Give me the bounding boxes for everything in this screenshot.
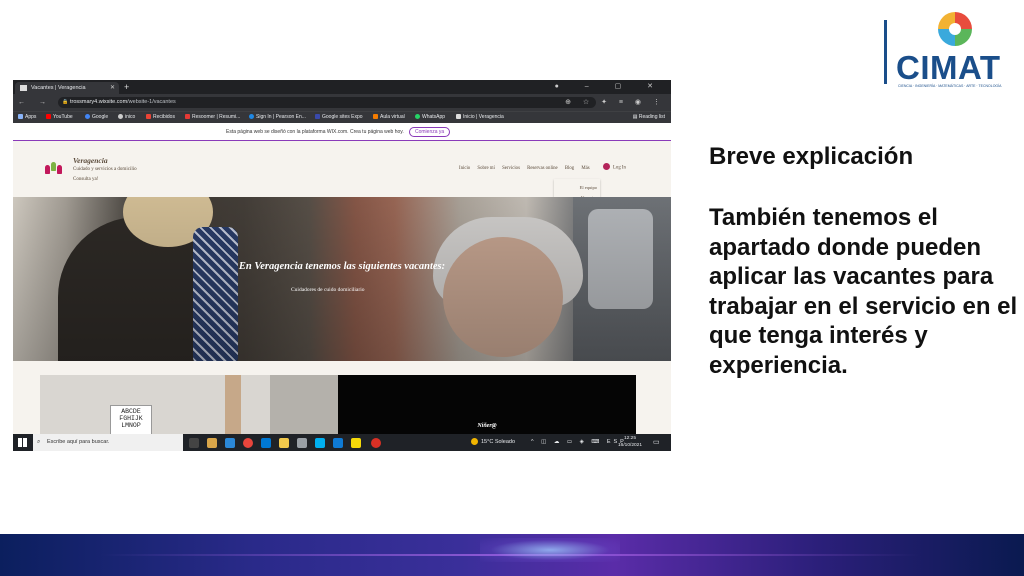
slide-heading: Breve explicación <box>709 143 914 170</box>
hero-title: En Veragencia tenemos las siguientes vac… <box>238 261 446 272</box>
wix-start-button[interactable]: Comienza ya <box>409 127 451 137</box>
logo-wordmark: CIMAT <box>896 49 1001 86</box>
tab-close-icon[interactable]: ✕ <box>110 82 115 94</box>
url-field[interactable]: 🔒 trossmary4.wixsite.com/website-1/vacan… <box>58 97 596 108</box>
vacancies-section: ABCDE FGHIJK LMNOP Niñer@ <box>13 361 671 436</box>
bookmark-pearson[interactable]: Sign In | Pearson En... <box>249 112 306 123</box>
logo-divider <box>884 20 887 84</box>
active-app-icon[interactable] <box>371 438 381 448</box>
bookmark-recibidos[interactable]: Recibidos <box>146 112 175 123</box>
slide: CIMAT CIENCIA · INGENIERÍA · MATEMÁTICAS… <box>0 0 1024 576</box>
vacancy-card-nanny[interactable]: Niñer@ <box>338 375 636 436</box>
login-link[interactable]: Log In <box>603 163 626 171</box>
bookmark-youtube[interactable]: YouTube <box>46 112 73 123</box>
sticky-notes-icon[interactable] <box>351 438 361 448</box>
bookmark-resoomer[interactable]: Resoomer | Resumi... <box>185 112 240 123</box>
nav-blog[interactable]: Blog <box>565 166 574 171</box>
url-host: trossmary4.wixsite.com <box>70 99 128 105</box>
hero-subtitle: Cuidadores de cuido domiciliario <box>291 287 365 293</box>
card-label: Niñer@ <box>477 423 497 429</box>
weather-widget[interactable]: 15°C Soleado <box>471 434 515 451</box>
sun-icon <box>471 437 478 445</box>
nav-inicio[interactable]: Inicio <box>459 166 470 171</box>
logo-emblem-icon <box>938 12 972 46</box>
site-name[interactable]: Veragencia <box>73 156 108 165</box>
veragencia-logo-icon <box>45 160 63 178</box>
cloud-icon[interactable] <box>297 438 307 448</box>
file-explorer-icon[interactable] <box>279 438 289 448</box>
nav-servicios[interactable]: Servicios <box>502 166 520 171</box>
wix-banner: Esta página web se diseñó con la platafo… <box>13 123 671 141</box>
taskbar-search[interactable]: ⌕ Escribe aquí para buscar. <box>33 434 183 451</box>
address-bar-row: ← → ⟳ 🔒 trossmary4.wixsite.com/website-1… <box>13 94 671 111</box>
mail-icon[interactable] <box>261 438 271 448</box>
site-nav: Inicio Sobre mí Servicios Reservas onlin… <box>459 166 596 171</box>
decorative-band <box>0 534 1024 576</box>
bookmark-aula-virtual[interactable]: Aula virtual <box>373 112 405 123</box>
nav-reservas[interactable]: Reservas online <box>527 166 558 171</box>
windows-start-icon[interactable] <box>18 438 27 447</box>
cimat-logo: CIMAT CIENCIA · INGENIERÍA · MATEMÁTICAS… <box>884 12 1014 90</box>
hero-image: En Veragencia tenemos las siguientes vac… <box>13 197 671 361</box>
extension-icons[interactable]: ⊕ ☆ ✦ ≡ ◉ ⋮ <box>565 94 665 111</box>
system-tray[interactable]: ^ ◫ ☁ ▭ ◈ ⌨ ESP <box>531 434 627 451</box>
notification-icon[interactable]: ▭ <box>653 434 660 451</box>
browser-tab[interactable]: Vacantes | Veragencia ✕ <box>15 82 119 94</box>
window-controls[interactable]: ● – ▢ ✕ <box>555 80 665 94</box>
dropdown-item-equipo[interactable]: El equipo <box>554 183 597 193</box>
bookmark-inico[interactable]: inico <box>118 112 135 123</box>
app-blue-icon[interactable] <box>333 438 343 448</box>
band-glow <box>480 538 620 562</box>
search-icon: ⌕ <box>37 439 41 445</box>
card-shelf <box>225 375 241 436</box>
user-avatar-icon <box>603 163 610 170</box>
lock-icon: 🔒 <box>62 99 69 105</box>
bookmark-veragencia[interactable]: Inicio | Veragencia <box>456 112 504 123</box>
app-l-icon[interactable] <box>225 438 235 448</box>
bookmark-apps[interactable]: Apps <box>18 112 36 123</box>
new-tab-icon[interactable]: + <box>124 80 129 94</box>
reading-list[interactable]: ▤ Reading list <box>633 112 665 123</box>
bookmark-google-sites[interactable]: Google sites Expo <box>315 112 363 123</box>
clock[interactable]: 12:25 16/10/2021 <box>618 436 642 449</box>
nav-mas[interactable]: Más <box>581 166 589 171</box>
slide-body: También tenemos el apartado donde pueden… <box>709 204 1018 379</box>
url-path: /website-1/vacantes <box>127 99 176 105</box>
skype-icon[interactable] <box>315 438 325 448</box>
windows-taskbar: ⌕ Escribe aquí para buscar. 15°C Soleado… <box>13 434 671 451</box>
store-icon[interactable] <box>207 438 217 448</box>
chrome-icon[interactable] <box>243 438 253 448</box>
bookmark-google[interactable]: Google <box>85 112 108 123</box>
tab-bar: Vacantes | Veragencia ✕ + ● – ▢ ✕ <box>13 80 671 94</box>
site-call: Consulta ya! <box>73 177 99 182</box>
site-subtitle: Cuidado y servicios a domicilio <box>73 167 137 172</box>
tab-title: Vacantes | Veragencia <box>31 85 86 91</box>
alphabet-board: ABCDE FGHIJK LMNOP <box>110 405 152 436</box>
site-header: Veragencia Cuidado y servicios a domicil… <box>13 142 671 213</box>
browser-screenshot: Vacantes | Veragencia ✕ + ● – ▢ ✕ ← → ⟳ … <box>13 80 671 451</box>
hero-shade <box>13 197 671 361</box>
card-wall <box>270 375 340 436</box>
task-view-icon[interactable] <box>189 438 199 448</box>
nav-sobre-mi[interactable]: Sobre mí <box>477 166 494 171</box>
vacancy-card-image[interactable]: ABCDE FGHIJK LMNOP <box>40 375 340 436</box>
bookmarks-bar: Apps YouTube Google inico Recibidos Reso… <box>13 111 671 123</box>
tab-favicon-icon <box>20 85 27 91</box>
logo-tagline: CIENCIA · INGENIERÍA · MATEMÁTICAS · ART… <box>898 84 1002 88</box>
wix-banner-text: Esta página web se diseñó con la platafo… <box>226 129 404 135</box>
bookmark-whatsapp[interactable]: WhatsApp <box>415 112 445 123</box>
